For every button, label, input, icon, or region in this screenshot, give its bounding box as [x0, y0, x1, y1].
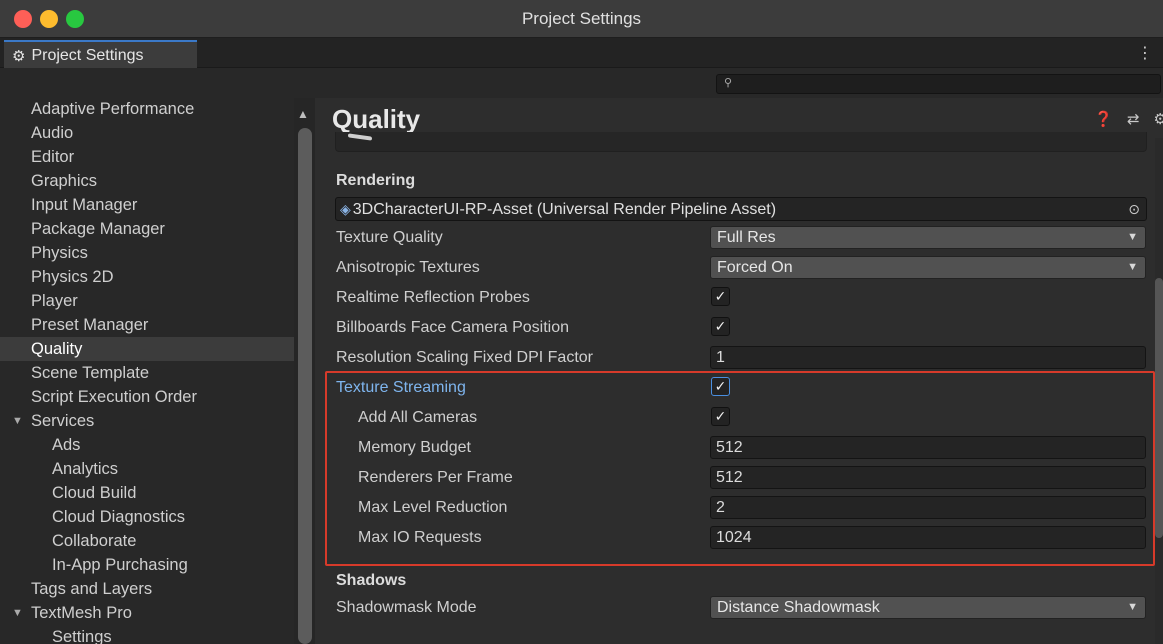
presets-icon[interactable]: ⇄ — [1127, 110, 1140, 128]
shadowmask-mode-value: Distance Shadowmask — [717, 599, 880, 616]
sidebar-item-preset-manager[interactable]: Preset Manager — [0, 313, 294, 337]
main-scroll-thumb[interactable] — [1155, 278, 1163, 538]
sidebar-item-adaptive-performance[interactable]: Adaptive Performance — [0, 98, 294, 121]
dropdown-arrow-icon: ▼ — [1127, 261, 1138, 273]
shadows-section-header: Shadows — [336, 572, 407, 589]
sidebar-item-label: Scene Template — [31, 364, 150, 382]
sidebar-item-label: Cloud Diagnostics — [52, 508, 185, 526]
sidebar-item-label: Cloud Build — [52, 484, 137, 502]
sidebar-item-cloud-build[interactable]: Cloud Build — [0, 481, 294, 505]
sidebar-item-label: Settings — [52, 628, 112, 644]
sidebar-item-physics-2d[interactable]: Physics 2D — [0, 265, 294, 289]
sidebar-item-input-manager[interactable]: Input Manager — [0, 193, 294, 217]
tab-bar: ⚙ Project Settings ⋮ — [0, 38, 1163, 69]
object-picker-icon[interactable]: ⊙ — [1128, 198, 1140, 220]
expand-arrow-icon[interactable]: ▼ — [12, 409, 23, 433]
search-row: ⚲ — [0, 68, 1163, 98]
settings-gear-icon[interactable]: ⚙ — [1154, 110, 1163, 128]
sidebar-item-label: Physics — [31, 244, 88, 262]
sidebar-item-in-app-purchasing[interactable]: In-App Purchasing — [0, 553, 294, 577]
render-pipeline-asset-name: 3DCharacterUI-RP-Asset (Universal Render… — [352, 201, 777, 218]
sidebar-item-label: Ads — [52, 436, 81, 454]
sidebar-item-services[interactable]: ▼ Services — [0, 409, 294, 433]
sidebar-item-label: Tags and Layers — [31, 580, 153, 598]
sidebar-scroll-thumb[interactable] — [298, 128, 312, 644]
shadowmask-mode-dropdown[interactable]: Distance Shadowmask ▼ — [710, 596, 1146, 619]
asset-icon: ◈ — [340, 201, 351, 217]
sidebar-item-scene-template[interactable]: Scene Template — [0, 361, 294, 385]
realtime-reflection-probes-label: Realtime Reflection Probes — [336, 289, 530, 306]
expand-arrow-icon[interactable]: ▼ — [12, 601, 23, 625]
texture-quality-value: Full Res — [717, 229, 776, 246]
main-panel: Quality ❓ ⇄ ⚙ Rendering ◈ 3DCharacterUI-R… — [315, 98, 1163, 644]
sidebar-item-label: Preset Manager — [31, 316, 149, 334]
dpi-factor-label: Resolution Scaling Fixed DPI Factor — [336, 349, 593, 366]
anisotropic-textures-value: Forced On — [717, 259, 793, 276]
title-bar: Project Settings — [0, 0, 1163, 38]
sidebar-item-textmesh-pro[interactable]: ▼ TextMesh Pro — [0, 601, 294, 625]
sidebar-item-label: Player — [31, 292, 78, 310]
sidebar-item-cloud-diagnostics[interactable]: Cloud Diagnostics — [0, 505, 294, 529]
help-icon[interactable]: ❓ — [1094, 110, 1113, 128]
sidebar-item-label: Physics 2D — [31, 268, 114, 286]
sidebar-item-player[interactable]: Player — [0, 289, 294, 313]
texture-streaming-highlight — [325, 371, 1155, 566]
sidebar-item-audio[interactable]: Audio — [0, 121, 294, 145]
check-icon: ✓ — [714, 318, 727, 334]
sidebar-item-label: Editor — [31, 148, 75, 166]
sidebar-item-label: Adaptive Performance — [31, 100, 195, 118]
window-title: Project Settings — [521, 9, 642, 28]
sidebar: Adaptive Performance Audio Editor Graphics I… — [0, 98, 315, 644]
sidebar-item-label: Collaborate — [52, 532, 137, 550]
anisotropic-textures-label: Anisotropic Textures — [336, 259, 480, 276]
billboards-face-camera-checkbox[interactable]: ✓ — [711, 317, 730, 336]
sidebar-item-label: In-App Purchasing — [52, 556, 188, 574]
page-title: Quality — [332, 104, 421, 134]
search-input[interactable]: ⚲ — [716, 74, 1161, 94]
search-icon: ⚲ — [724, 77, 733, 89]
sidebar-item-collaborate[interactable]: Collaborate — [0, 529, 294, 553]
collapsed-quality-level-box — [335, 132, 1147, 152]
gear-icon: ⚙ — [12, 47, 26, 65]
sidebar-item-label: TextMesh Pro — [31, 604, 132, 622]
sidebar-item-quality[interactable]: Quality — [0, 337, 294, 361]
billboards-face-camera-label: Billboards Face Camera Position — [336, 319, 569, 336]
sidebar-item-script-execution-order[interactable]: Script Execution Order — [0, 385, 294, 409]
sidebar-item-settings[interactable]: Settings — [0, 625, 294, 644]
sidebar-item-label: Input Manager — [31, 196, 138, 214]
sidebar-item-editor[interactable]: Editor — [0, 145, 294, 169]
more-options-icon[interactable]: ⋮ — [1137, 43, 1153, 63]
texture-quality-dropdown[interactable]: Full Res ▼ — [710, 226, 1146, 249]
header-icons: ❓ ⇄ ⚙ — [1094, 110, 1163, 128]
scroll-up-icon[interactable]: ▲ — [297, 107, 309, 121]
sidebar-item-label: Services — [31, 412, 95, 430]
shadowmask-mode-label: Shadowmask Mode — [336, 599, 477, 616]
texture-quality-label: Texture Quality — [336, 229, 443, 246]
sidebar-item-label: Audio — [31, 124, 74, 142]
tab-label: Project Settings — [31, 46, 144, 64]
sidebar-item-label: Script Execution Order — [31, 388, 197, 406]
sidebar-item-label: Graphics — [31, 172, 98, 190]
tab-project-settings[interactable]: ⚙ Project Settings — [4, 40, 197, 69]
dropdown-arrow-icon: ▼ — [1127, 231, 1138, 243]
realtime-reflection-probes-checkbox[interactable]: ✓ — [711, 287, 730, 306]
project-settings-window: Project Settings ⚙ Project Settings ⋮ ⚲ … — [0, 0, 1163, 644]
render-pipeline-asset-field[interactable]: ◈ 3DCharacterUI-RP-Asset (Universal Rende… — [335, 197, 1147, 221]
sidebar-item-label: Analytics — [52, 460, 119, 478]
sidebar-item-analytics[interactable]: Analytics — [0, 457, 294, 481]
anisotropic-textures-dropdown[interactable]: Forced On ▼ — [710, 256, 1146, 279]
sidebar-item-physics[interactable]: Physics — [0, 241, 294, 265]
sidebar-item-tags-and-layers[interactable]: Tags and Layers — [0, 577, 294, 601]
sidebar-item-graphics[interactable]: Graphics — [0, 169, 294, 193]
sidebar-item-ads[interactable]: Ads — [0, 433, 294, 457]
check-icon: ✓ — [714, 288, 727, 304]
sidebar-item-package-manager[interactable]: Package Manager — [0, 217, 294, 241]
rendering-section-header: Rendering — [336, 172, 416, 189]
main-scrollbar[interactable] — [1155, 138, 1163, 644]
dropdown-arrow-icon: ▼ — [1127, 601, 1138, 613]
quality-levels-mark — [348, 133, 372, 141]
sidebar-item-label: Package Manager — [31, 220, 165, 238]
dpi-factor-input[interactable]: 1 — [710, 346, 1146, 369]
sidebar-item-label: Quality — [31, 340, 83, 358]
